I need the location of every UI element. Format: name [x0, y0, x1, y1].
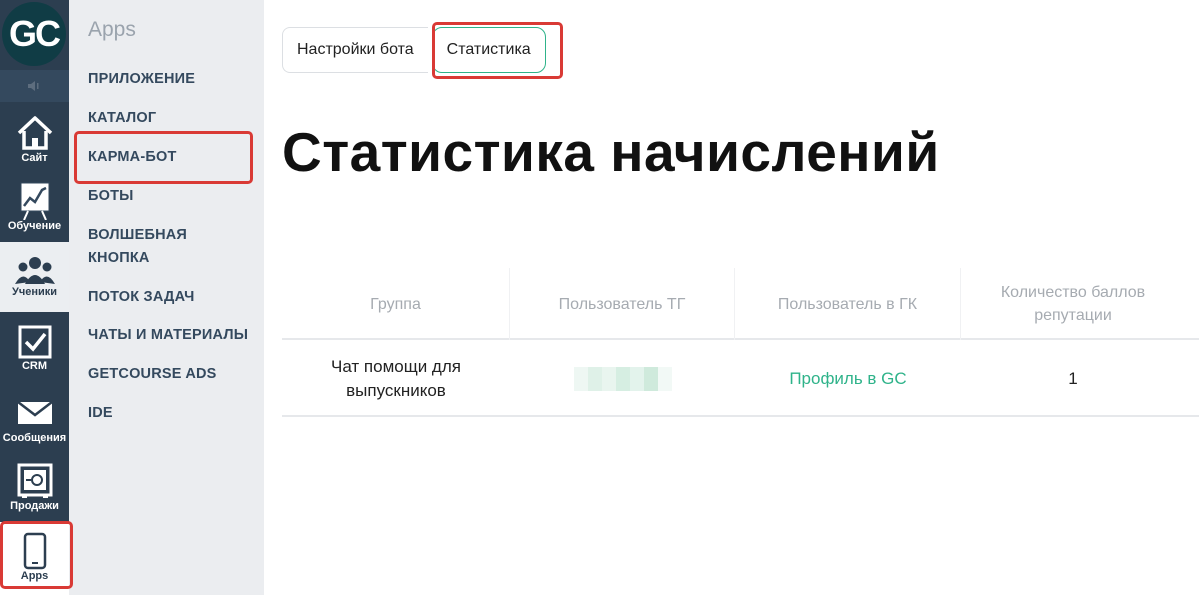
submenu-item-getcourse-ads[interactable]: GETCOURSE ADS	[88, 363, 217, 386]
collapse-menu-button[interactable]	[0, 70, 69, 102]
submenu-item-magic-button-line2[interactable]: КНОПКА	[88, 247, 150, 270]
cell-group: Чат помощи для выпускников	[331, 356, 461, 400]
rail-label-site: Сайт	[21, 152, 48, 164]
table-row: Чат помощи для выпускников Профиль в GC …	[282, 340, 1199, 417]
home-icon	[17, 116, 52, 150]
phone-icon	[23, 532, 46, 570]
submenu-item-ide[interactable]: IDE	[88, 402, 113, 425]
apps-submenu: Apps ПРИЛОЖЕНИЕ КАТАЛОГ КАРМА-БОТ БОТЫ В…	[69, 0, 264, 595]
column-header-gk-user: Пользователь в ГК	[735, 268, 961, 340]
tab-bar: Настройки бота Статистика	[282, 27, 546, 73]
submenu-item-catalog[interactable]: КАТАЛОГ	[88, 107, 156, 130]
rail-item-learning[interactable]: Обучение	[0, 172, 69, 242]
rail-item-site[interactable]: Сайт	[0, 102, 69, 172]
submenu-item-karma-bot[interactable]: КАРМА-БОТ	[88, 146, 177, 169]
column-header-group: Группа	[282, 268, 510, 340]
safe-icon	[17, 463, 52, 498]
rail-item-apps[interactable]: Apps	[0, 522, 69, 595]
submenu-title: Apps	[88, 18, 136, 41]
tab-bot-settings[interactable]: Настройки бота	[282, 27, 428, 73]
chart-icon	[20, 182, 49, 220]
table-header: Группа Пользователь ТГ Пользователь в ГК…	[282, 268, 1199, 340]
check-box-icon	[18, 325, 51, 359]
submenu-item-bots[interactable]: БОТЫ	[88, 185, 134, 208]
rail-item-students[interactable]: Ученики	[0, 242, 69, 312]
statistics-table: Группа Пользователь ТГ Пользователь в ГК…	[282, 268, 1199, 417]
page-title: Статистика начислений	[282, 121, 940, 183]
tab-statistics[interactable]: Статистика	[431, 27, 546, 73]
rail-label-students: Ученики	[11, 286, 58, 298]
envelope-icon	[16, 401, 53, 424]
gk-profile-link[interactable]: Профиль в GC	[735, 340, 961, 417]
blurred-username	[573, 366, 672, 391]
rail-label-messages: Сообщения	[2, 432, 67, 444]
column-header-tg-user: Пользователь ТГ	[510, 268, 735, 340]
submenu-item-chats-materials[interactable]: ЧАТЫ И МАТЕРИАЛЫ	[88, 324, 248, 347]
rail-item-sales[interactable]: Продажи	[0, 452, 69, 522]
logo-mark: GC	[2, 2, 66, 66]
logo[interactable]: GC	[0, 0, 69, 70]
cell-reputation-points: 1	[1068, 368, 1078, 388]
speaker-icon	[28, 81, 39, 91]
rail-item-messages[interactable]: Сообщения	[0, 382, 69, 452]
column-header-reputation-points: Количество баллов репутации	[1000, 284, 1146, 324]
submenu-item-magic-button-line1[interactable]: ВОЛШЕБНАЯ	[88, 224, 187, 247]
rail-label-sales: Продажи	[10, 500, 59, 512]
rail-label-crm: CRM	[21, 360, 48, 372]
rail-label-apps: Apps	[20, 570, 49, 582]
submenu-item-application[interactable]: ПРИЛОЖЕНИЕ	[88, 68, 195, 91]
rail-label-learning: Обучение	[7, 220, 62, 232]
rail-item-crm[interactable]: CRM	[0, 312, 69, 382]
submenu-item-task-flow[interactable]: ПОТОК ЗАДАЧ	[88, 286, 195, 309]
users-icon	[14, 257, 55, 284]
main-navigation-rail: GC Сайт Обучение Ученики CRM Сообщения П…	[0, 0, 69, 595]
cell-tg-user	[510, 340, 735, 417]
